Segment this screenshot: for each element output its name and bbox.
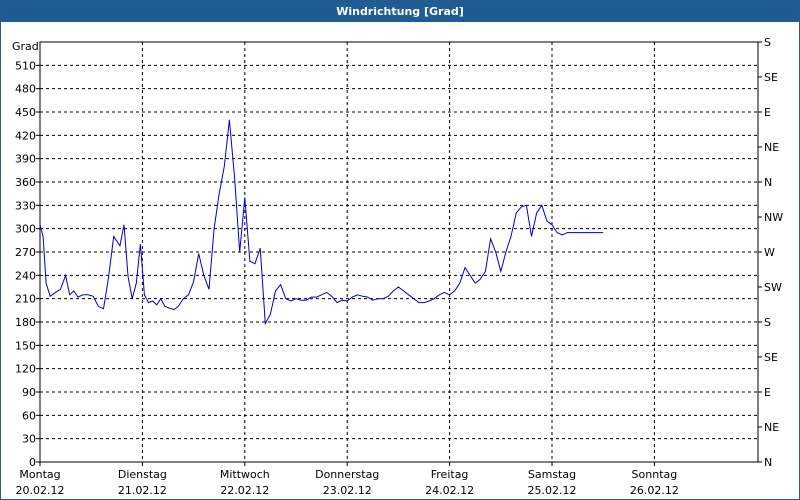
y-tick-label: 450 bbox=[15, 106, 36, 119]
right-tick-label: SE bbox=[764, 351, 778, 364]
series-line bbox=[39, 119, 604, 326]
y-tick-label: 510 bbox=[15, 59, 36, 72]
grid bbox=[40, 42, 758, 462]
x-tick-date-label: 23.02.12 bbox=[323, 484, 372, 497]
y-tick-label: 300 bbox=[15, 223, 36, 236]
y-tick-label: 390 bbox=[15, 153, 36, 166]
right-tick-label: S bbox=[764, 36, 771, 49]
right-axis-ticks: N NE E SE S SW W NW N NE E SE S bbox=[758, 36, 783, 469]
right-tick-label: NE bbox=[764, 141, 779, 154]
y-tick-label: 210 bbox=[15, 293, 36, 306]
x-tick-date-label: 25.02.12 bbox=[528, 484, 577, 497]
x-tick-date-label: 21.02.12 bbox=[118, 484, 167, 497]
x-tick-day-label: Samstag bbox=[528, 468, 576, 481]
right-tick-label: SW bbox=[764, 281, 782, 294]
right-tick-label: NW bbox=[764, 211, 783, 224]
y-tick-label: 270 bbox=[15, 246, 36, 259]
y-tick-label: 420 bbox=[15, 129, 36, 142]
x-tick-date-label: 26.02.12 bbox=[630, 484, 679, 497]
right-tick-label: SE bbox=[764, 71, 778, 84]
y-tick-label: 120 bbox=[15, 363, 36, 376]
x-tick-day-label: Donnerstag bbox=[315, 468, 379, 481]
x-tick-day-label: Freitag bbox=[431, 468, 469, 481]
right-tick-label: E bbox=[764, 386, 771, 399]
y-axis-ticks: 0306090120150180210240270300330360390420… bbox=[15, 59, 40, 469]
y-tick-label: 60 bbox=[22, 409, 36, 422]
right-tick-label: NE bbox=[764, 421, 779, 434]
y-axis-label: Grad bbox=[12, 40, 39, 53]
y-tick-label: 180 bbox=[15, 316, 36, 329]
y-tick-label: 90 bbox=[22, 386, 36, 399]
right-tick-label: E bbox=[764, 106, 771, 119]
right-tick-label: N bbox=[764, 176, 772, 189]
wind-direction-chart: Grad 03060901201501802102402703003303603… bbox=[12, 36, 783, 497]
y-tick-label: 360 bbox=[15, 176, 36, 189]
y-tick-label: 150 bbox=[15, 339, 36, 352]
x-tick-date-label: 24.02.12 bbox=[425, 484, 474, 497]
x-tick-date-label: 22.02.12 bbox=[220, 484, 269, 497]
series-group bbox=[39, 119, 604, 326]
x-tick-day-label: Mittwoch bbox=[220, 468, 270, 481]
y-tick-label: 30 bbox=[22, 433, 36, 446]
y-tick-label: 240 bbox=[15, 269, 36, 282]
plot-area bbox=[39, 41, 759, 463]
right-tick-label: W bbox=[764, 246, 775, 259]
y-tick-label: 480 bbox=[15, 83, 36, 96]
right-tick-label: N bbox=[764, 456, 772, 469]
right-tick-label: S bbox=[764, 316, 771, 329]
x-tick-day-label: Montag bbox=[19, 468, 60, 481]
x-tick-day-label: Dienstag bbox=[118, 468, 167, 481]
x-tick-date-label: 20.02.12 bbox=[16, 484, 65, 497]
y-tick-label: 330 bbox=[15, 199, 36, 212]
x-axis-ticks: Montag 20.02.12 Dienstag 21.02.12 Mittwoch 22… bbox=[16, 462, 679, 497]
x-tick-day-label: Sonntag bbox=[632, 468, 678, 481]
